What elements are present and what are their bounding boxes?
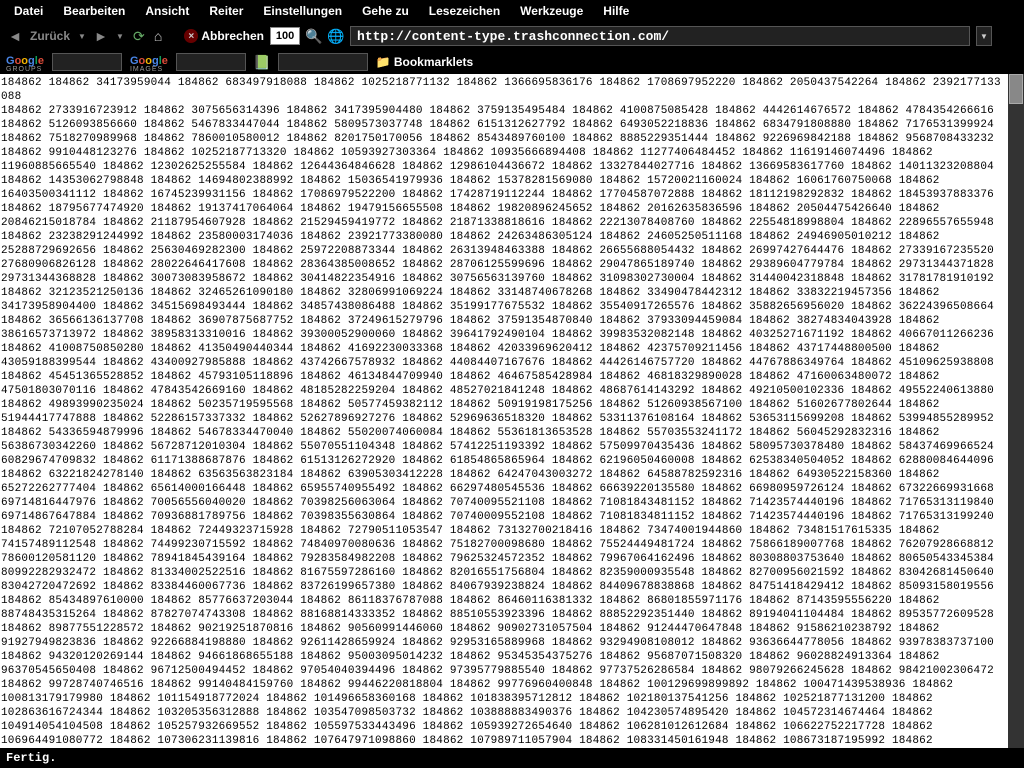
back-label[interactable]: Zurück <box>30 29 70 43</box>
search-input-3[interactable] <box>278 53 368 71</box>
menu-reiter[interactable]: Reiter <box>199 1 253 21</box>
bookmarklets-folder[interactable]: 📁 Bookmarklets <box>376 55 473 69</box>
throbber-icon: ❋ <box>998 26 1018 46</box>
back-dropdown-icon[interactable]: ▼ <box>78 32 86 41</box>
forward-icon[interactable]: ► <box>92 27 110 45</box>
menu-werkzeuge[interactable]: Werkzeuge <box>510 1 593 21</box>
book-icon[interactable]: 📗 <box>254 54 270 70</box>
bookmark-toolbar: Google GROUPS Google IMAGES 📗 📁 Bookmark… <box>0 50 1024 74</box>
google-images-sub: IMAGES <box>130 66 168 73</box>
scrollbar-thumb[interactable] <box>1009 74 1023 104</box>
zoom-icon[interactable]: 🔍 <box>306 28 322 44</box>
menu-lesezeichen[interactable]: Lesezeichen <box>419 1 510 21</box>
menu-einstellungen[interactable]: Einstellungen <box>253 1 352 21</box>
stop-label: Abbrechen <box>201 29 264 43</box>
globe-icon[interactable]: 🌐 <box>328 28 344 44</box>
google-groups-bookmark[interactable]: Google GROUPS <box>6 52 44 73</box>
home-icon[interactable]: ⌂ <box>154 28 162 44</box>
google-images-bookmark[interactable]: Google IMAGES <box>130 52 168 73</box>
menu-datei[interactable]: Datei <box>4 1 53 21</box>
status-bar: Fertig. <box>0 748 1024 768</box>
page-content: 184862 184862 34173959044 184862 6834979… <box>0 74 1008 748</box>
google-groups-sub: GROUPS <box>6 66 44 73</box>
menu-ansicht[interactable]: Ansicht <box>135 1 199 21</box>
menubar: Datei Bearbeiten Ansicht Reiter Einstell… <box>0 0 1024 22</box>
vertical-scrollbar[interactable] <box>1008 74 1024 748</box>
menu-bearbeiten[interactable]: Bearbeiten <box>53 1 135 21</box>
folder-icon: 📁 <box>376 55 391 69</box>
search-input-1[interactable] <box>52 53 122 71</box>
zoom-input[interactable]: 100 <box>270 27 300 45</box>
url-input[interactable]: http://content-type.trashconnection.com/ <box>350 26 970 46</box>
reload-icon[interactable]: ⟳ <box>130 27 148 45</box>
stop-button[interactable]: × Abbrechen <box>184 29 264 43</box>
status-text: Fertig. <box>6 751 56 765</box>
back-icon[interactable]: ◄ <box>6 27 24 45</box>
navigation-toolbar: ◄ Zurück ▼ ► ▼ ⟳ ⌂ × Abbrechen 100 🔍 🌐 h… <box>0 22 1024 50</box>
url-dropdown-icon[interactable]: ▼ <box>976 26 992 46</box>
forward-dropdown-icon[interactable]: ▼ <box>116 32 124 41</box>
search-input-2[interactable] <box>176 53 246 71</box>
bookmarklets-label: Bookmarklets <box>394 55 473 69</box>
menu-hilfe[interactable]: Hilfe <box>593 1 639 21</box>
stop-icon: × <box>184 29 198 43</box>
menu-gehezu[interactable]: Gehe zu <box>352 1 419 21</box>
